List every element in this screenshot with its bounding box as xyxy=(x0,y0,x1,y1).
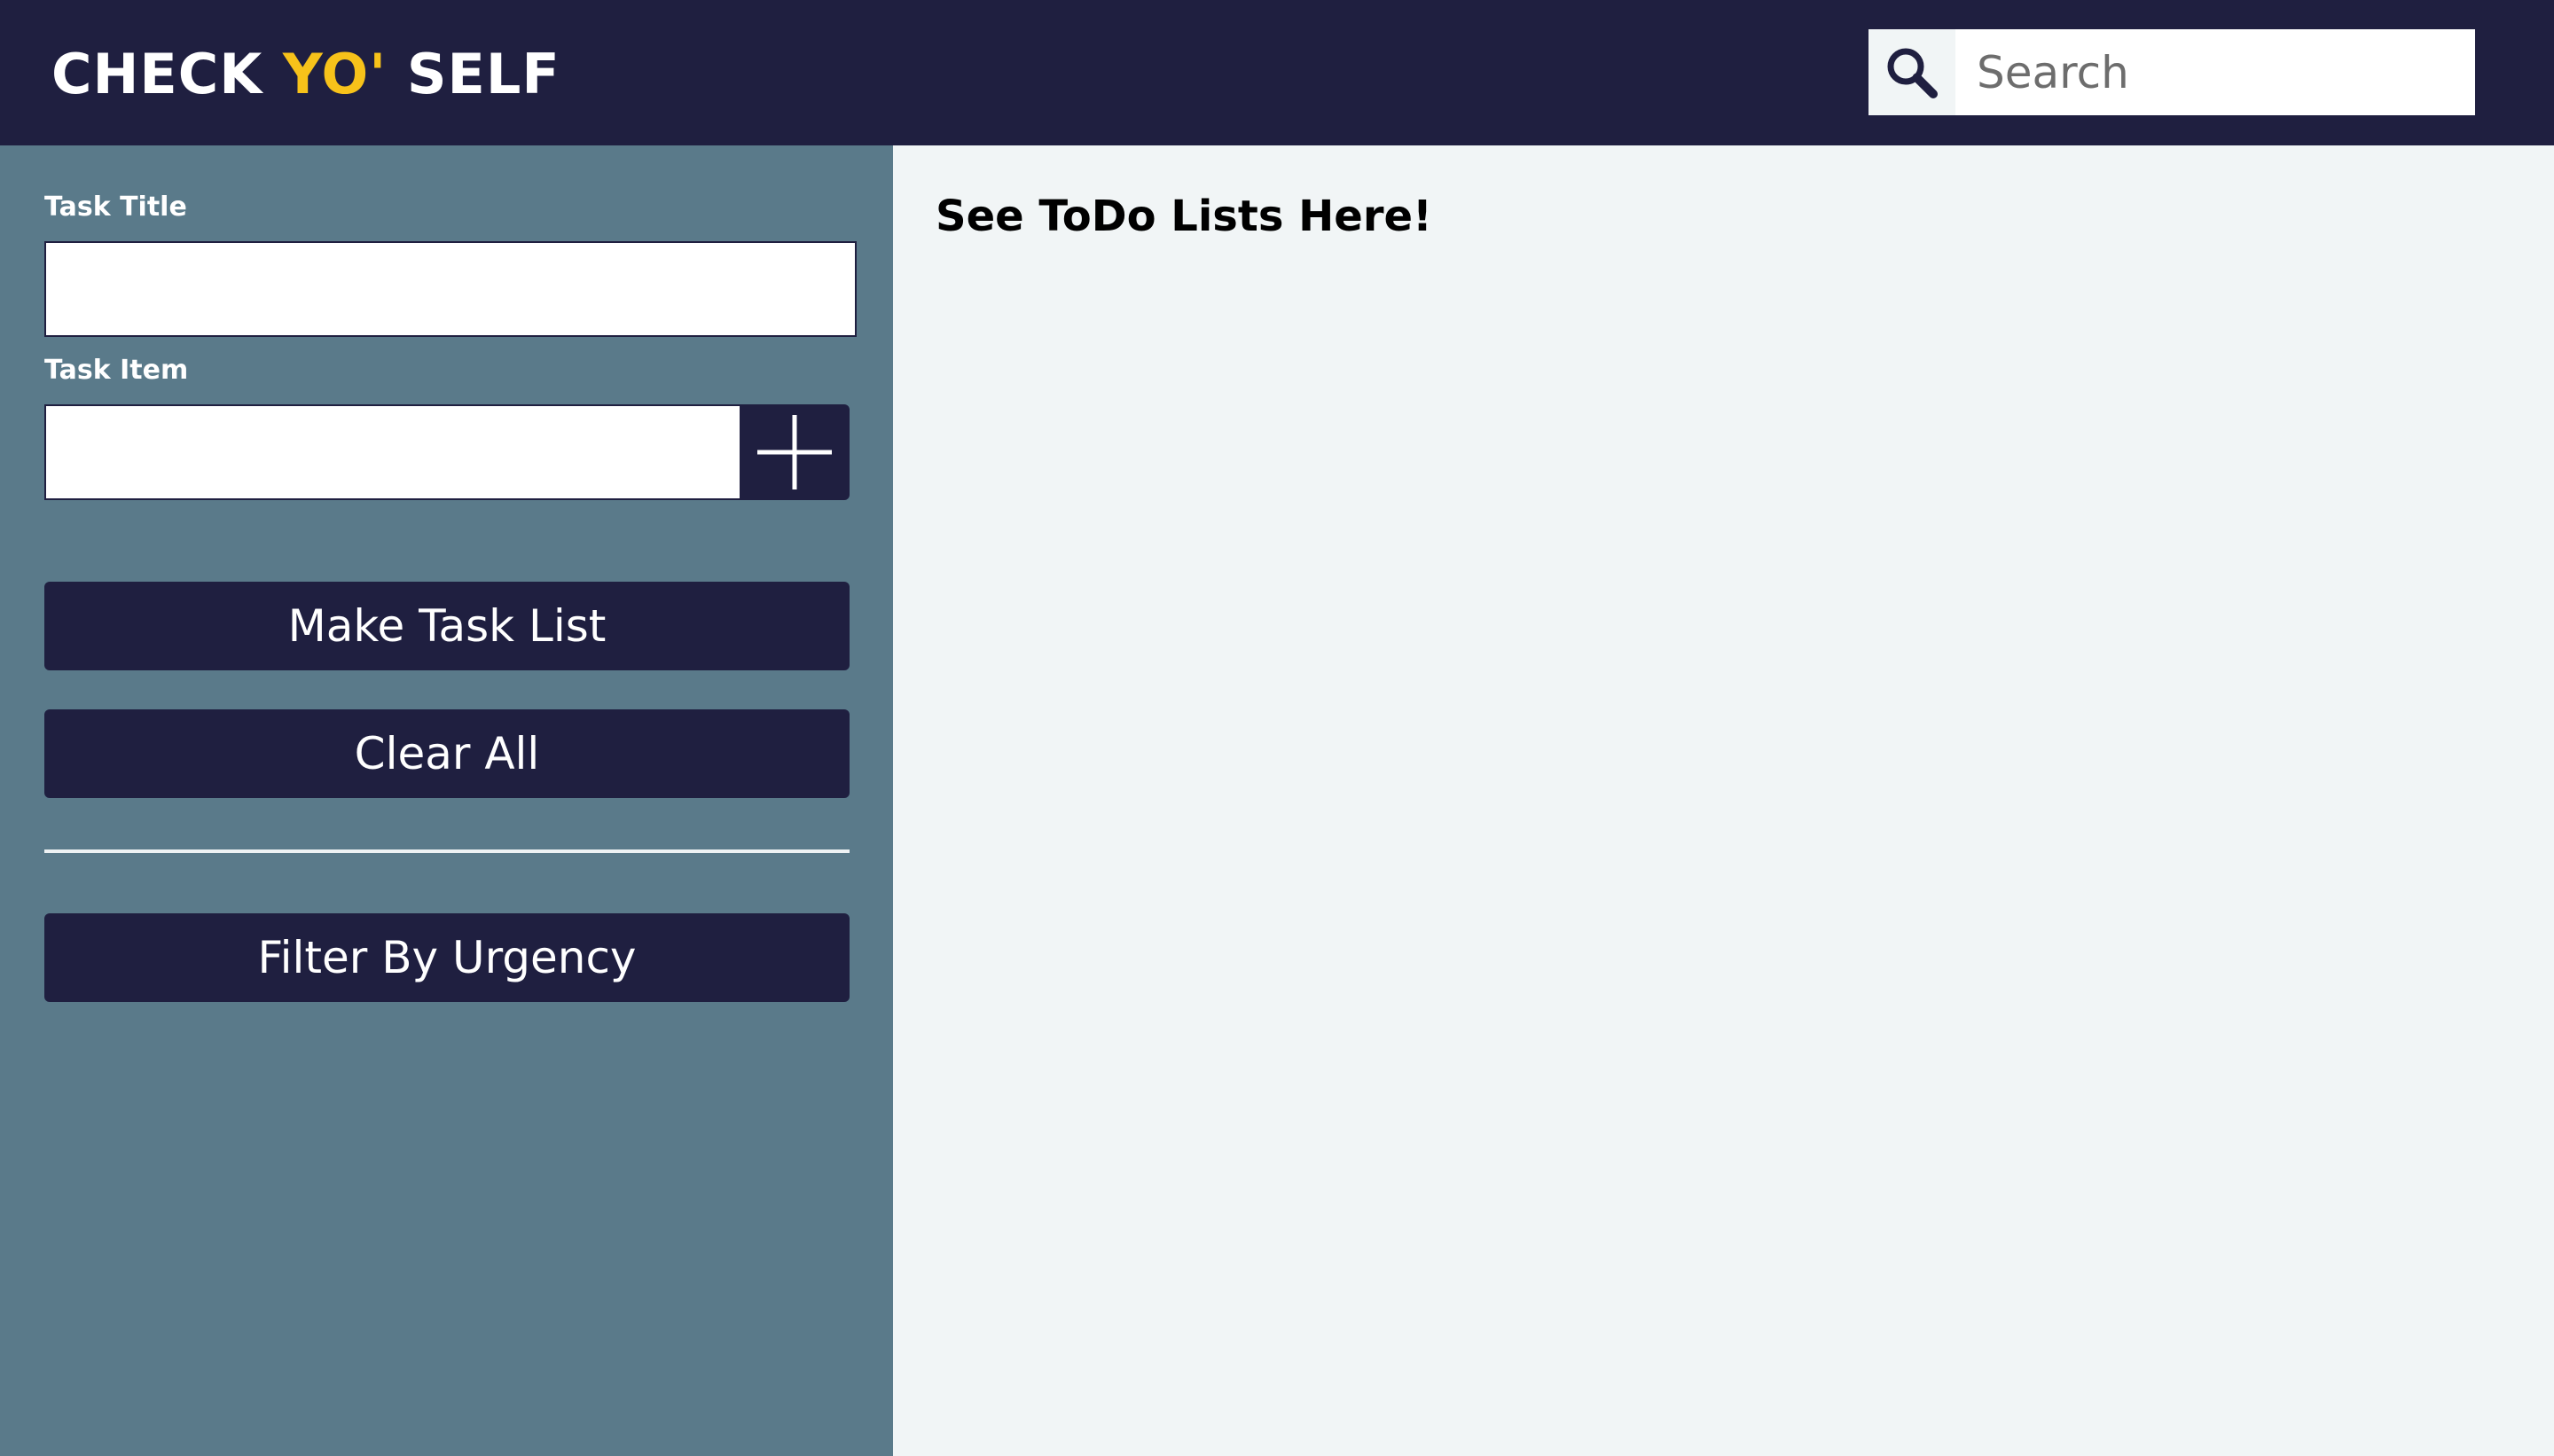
search-icon-button[interactable] xyxy=(1868,29,1955,115)
sidebar-divider xyxy=(44,849,850,853)
filter-by-urgency-button[interactable]: Filter By Urgency xyxy=(44,913,850,1002)
app-page: CHECK YO' SELF Task Title Task Item Make… xyxy=(0,0,2554,1456)
task-item-input[interactable] xyxy=(44,404,741,500)
search-icon xyxy=(1887,48,1938,98)
clear-all-button[interactable]: Clear All xyxy=(44,709,850,798)
app-logo: CHECK YO' SELF xyxy=(51,41,560,108)
task-title-input[interactable] xyxy=(44,241,857,337)
logo-text-yo: YO' xyxy=(282,42,388,106)
logo-text-check: CHECK xyxy=(51,42,283,106)
search-bar xyxy=(1868,29,2475,115)
app-header: CHECK YO' SELF xyxy=(0,0,2554,145)
add-task-item-button[interactable] xyxy=(740,404,850,500)
search-input[interactable] xyxy=(1955,29,2475,115)
task-title-label: Task Title xyxy=(44,192,187,223)
task-item-label: Task Item xyxy=(44,355,189,386)
make-task-list-button[interactable]: Make Task List xyxy=(44,582,850,670)
logo-text-self: SELF xyxy=(387,42,560,106)
plus-icon xyxy=(757,415,832,489)
page-title: See ToDo Lists Here! xyxy=(936,192,1432,241)
sidebar: Task Title Task Item Make Task List Clea… xyxy=(0,145,893,1456)
